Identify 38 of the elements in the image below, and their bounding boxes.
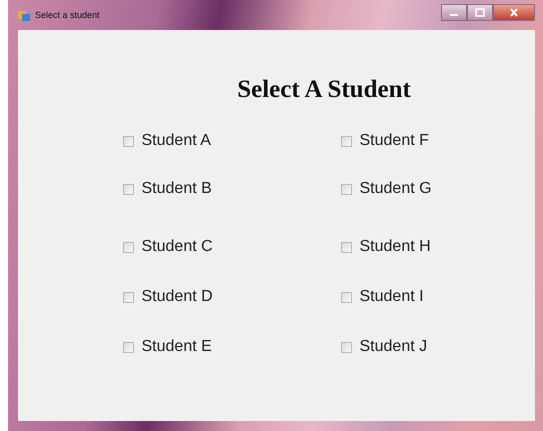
checkbox-square[interactable] xyxy=(122,184,134,195)
student-checkbox[interactable]: Student C xyxy=(122,238,213,258)
checkbox-square[interactable] xyxy=(340,184,352,195)
checkbox-label: Student J xyxy=(360,338,428,356)
checkbox-square[interactable] xyxy=(340,242,352,253)
checkbox-square[interactable] xyxy=(340,136,352,147)
student-checkbox[interactable]: Student A xyxy=(122,132,211,152)
checkbox-square[interactable] xyxy=(122,292,134,303)
student-checkbox[interactable]: Student B xyxy=(122,180,212,200)
close-icon xyxy=(509,8,519,17)
window-icon xyxy=(18,9,30,21)
student-checkbox[interactable]: Student E xyxy=(122,338,212,358)
student-checkbox[interactable]: Student G xyxy=(340,180,432,200)
checkbox-label: Student B xyxy=(142,180,212,198)
checkbox-label: Student F xyxy=(360,132,429,150)
checkbox-square[interactable] xyxy=(122,242,134,253)
checkbox-label: Student A xyxy=(142,132,211,150)
student-checkbox[interactable]: Student I xyxy=(340,288,424,308)
checkbox-label: Student H xyxy=(360,238,431,256)
checkbox-square[interactable] xyxy=(340,342,352,353)
student-checkbox[interactable]: Student H xyxy=(340,238,431,258)
checkbox-square[interactable] xyxy=(122,342,134,353)
checkbox-label: Student G xyxy=(360,180,432,198)
checkbox-label: Student D xyxy=(142,288,213,306)
window-title: Select a student xyxy=(35,10,101,20)
maximize-button[interactable] xyxy=(467,4,493,21)
student-checkbox[interactable]: Student D xyxy=(122,288,213,308)
minimize-button[interactable] xyxy=(441,4,467,21)
student-checkbox[interactable]: Student F xyxy=(340,132,429,152)
checkbox-square[interactable] xyxy=(122,136,134,147)
checkbox-label: Student E xyxy=(142,338,212,356)
close-button[interactable] xyxy=(493,4,535,21)
checkbox-square[interactable] xyxy=(340,292,352,303)
form-heading: Select A Student xyxy=(237,76,411,104)
checkbox-label: Student C xyxy=(142,238,213,256)
student-checkbox[interactable]: Student J xyxy=(340,338,428,358)
checkbox-label: Student I xyxy=(360,288,424,306)
maximize-icon xyxy=(475,8,485,17)
